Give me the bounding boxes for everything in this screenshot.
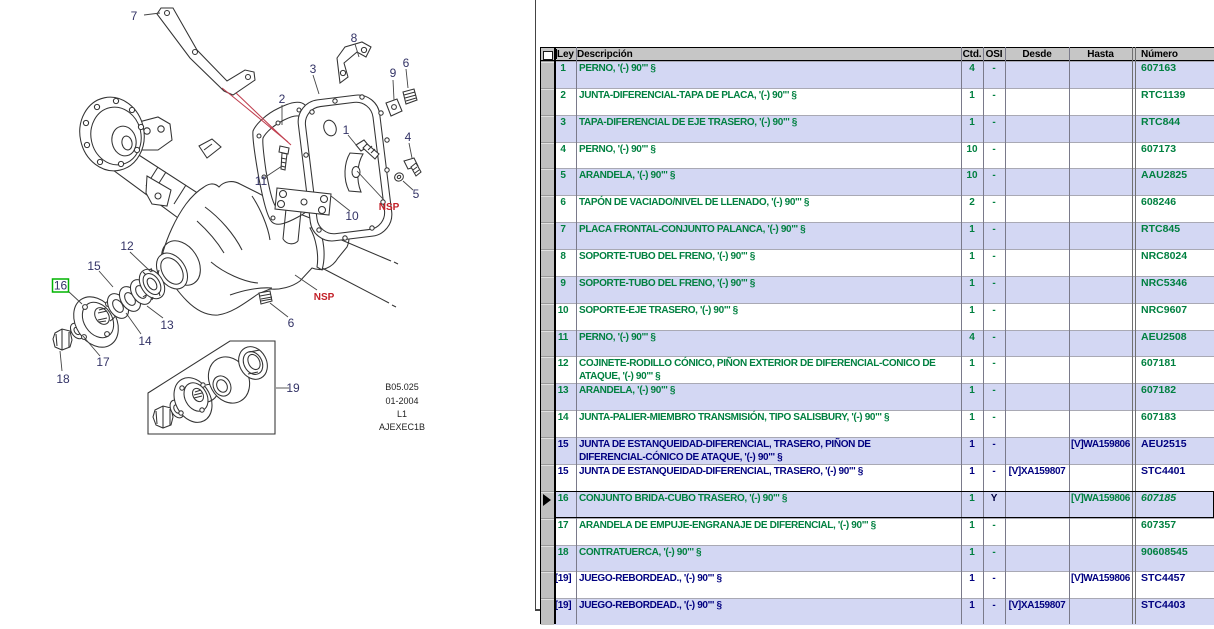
svg-text:NSP: NSP [314, 292, 335, 303]
svg-text:AJEXEC1B: AJEXEC1B [379, 422, 425, 432]
svg-text:12: 12 [120, 239, 134, 253]
svg-text:6: 6 [403, 56, 410, 70]
svg-text:19: 19 [286, 381, 300, 395]
svg-text:17: 17 [96, 355, 110, 369]
svg-text:18: 18 [56, 372, 70, 386]
svg-text:4: 4 [405, 130, 412, 144]
svg-text:NSP: NSP [379, 202, 400, 213]
svg-text:16: 16 [54, 279, 68, 293]
svg-text:9: 9 [390, 66, 397, 80]
svg-text:8: 8 [351, 31, 358, 45]
svg-text:13: 13 [160, 318, 174, 332]
svg-text:3: 3 [310, 62, 317, 76]
svg-text:11: 11 [255, 174, 268, 188]
svg-text:15: 15 [87, 259, 101, 273]
svg-text:5: 5 [413, 187, 420, 201]
svg-text:7: 7 [131, 9, 138, 23]
svg-text:6: 6 [288, 316, 295, 330]
svg-text:L1: L1 [397, 409, 407, 419]
svg-text:1: 1 [343, 123, 350, 137]
svg-text:B05.025: B05.025 [385, 382, 419, 392]
svg-text:14: 14 [138, 334, 152, 348]
svg-text:2: 2 [279, 92, 286, 106]
svg-text:10: 10 [345, 209, 359, 223]
svg-text:01-2004: 01-2004 [385, 396, 418, 406]
